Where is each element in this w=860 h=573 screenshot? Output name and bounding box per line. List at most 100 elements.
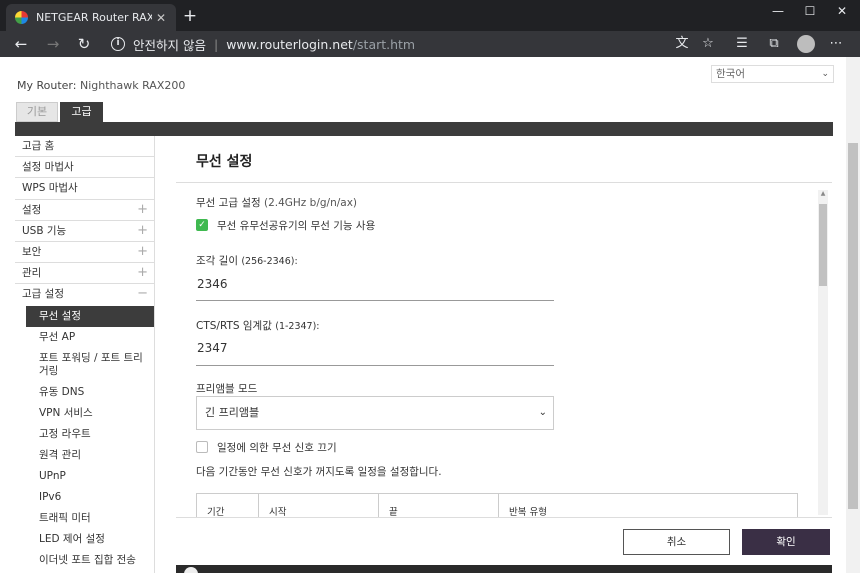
close-tab-icon[interactable]: ✕ — [152, 11, 170, 25]
expand-plus-icon: + — [137, 243, 148, 259]
address-bar[interactable]: i 안전하지 않음 | www.routerlogin.net /start.h… — [105, 33, 725, 55]
section-title: 무선 고급 설정 — [196, 197, 261, 209]
new-tab-button[interactable]: + — [180, 6, 200, 26]
sidebar-nav: 고급 홈 설정 마법사 WPS 마법사 설정 + USB 기능 + 보안 + 관리 + … — [15, 136, 155, 573]
frag-length-label: 조각 길이 (256-2346): — [196, 253, 298, 268]
sidebar-item-label: WPS 마법사 — [22, 182, 78, 195]
translate-icon[interactable]: ⽂ — [672, 34, 692, 54]
forward-arrow-icon[interactable]: → — [42, 33, 64, 55]
expand-plus-icon: + — [137, 265, 148, 281]
tab-strip: NETGEAR Router RAX200 ✕ + — ☐ ✕ — [0, 0, 860, 31]
collections-icon[interactable]: ⧉ — [764, 34, 784, 54]
sidebar-item-label: 보안 — [22, 245, 42, 258]
sidebar-item-setup-wizard[interactable]: 설정 마법사 — [15, 157, 154, 179]
sidebar-item-admin[interactable]: 관리 + — [15, 263, 154, 285]
schedule-description: 다음 기간동안 무선 신호가 꺼지도록 일정을 설정합니다. — [196, 466, 442, 478]
sidebar-subitem-traffic-meter[interactable]: 트래픽 미터 — [15, 508, 154, 529]
sidebar-item-label: 설정 마법사 — [22, 161, 74, 174]
sidebar-subitem-ipv6[interactable]: IPv6 — [15, 487, 154, 508]
section-band: (2.4GHz b/g/n/ax) — [263, 197, 358, 209]
window-close-button[interactable]: ✕ — [824, 0, 860, 22]
minimize-button[interactable]: — — [760, 0, 796, 22]
netgear-favicon-icon — [15, 11, 28, 24]
expand-plus-icon: + — [137, 201, 148, 217]
sidebar-item-label: 설정 — [22, 203, 42, 216]
language-select[interactable]: 한국어 ⌄ — [711, 65, 834, 83]
info-icon[interactable]: i — [111, 37, 125, 51]
router-model: Nighthawk RAX200 — [79, 79, 186, 92]
favorites-list-icon[interactable]: ☰ — [732, 34, 752, 54]
browser-window: NETGEAR Router RAX200 ✕ + — ☐ ✕ ← → ↻ i … — [0, 0, 860, 573]
router-page: My Router: Nighthawk RAX200 한국어 ⌄ 기본 고급 … — [0, 57, 860, 573]
language-value: 한국어 — [716, 68, 745, 80]
router-title: My Router: Nighthawk RAX200 — [17, 79, 185, 92]
chevron-down-icon: ⌄ — [821, 69, 829, 79]
separator: | — [213, 36, 219, 52]
sidebar-item-security[interactable]: 보안 + — [15, 242, 154, 264]
sidebar-item-advanced-setup[interactable]: 고급 설정 − — [15, 284, 154, 305]
frag-length-input[interactable]: 2346 — [197, 277, 228, 291]
sidebar-subitem-vpn[interactable]: VPN 서비스 — [15, 403, 154, 424]
frag-label-text: 조각 길이 — [196, 255, 238, 267]
sidebar-item-label: 고급 설정 — [22, 288, 64, 301]
sidebar-item-wps-wizard[interactable]: WPS 마법사 — [15, 178, 154, 200]
col-repeat: 반복 유형 — [509, 507, 547, 518]
profile-avatar[interactable] — [797, 35, 815, 53]
browser-tab[interactable]: NETGEAR Router RAX200 ✕ — [6, 4, 176, 31]
help-icon[interactable] — [184, 567, 198, 573]
sidebar-subitem-static-routes[interactable]: 고정 라우트 — [15, 424, 154, 445]
preamble-value: 긴 프리앰블 — [205, 406, 260, 419]
sidebar-subitem-remote-mgmt[interactable]: 원격 관리 — [15, 445, 154, 466]
sidebar-item-setup[interactable]: 설정 + — [15, 200, 154, 221]
cts-rts-underline — [196, 365, 554, 366]
cts-rts-input[interactable]: 2347 — [197, 341, 228, 355]
scroll-thumb[interactable] — [819, 204, 827, 286]
schedule-table-header: 기간 시작 끝 반복 유형 — [196, 493, 798, 518]
address-bar-row: ← → ↻ i 안전하지 않음 | www.routerlogin.net /s… — [0, 31, 860, 57]
sidebar-subitem-led-control[interactable]: LED 제어 설정 — [15, 529, 154, 550]
maximize-button[interactable]: ☐ — [792, 0, 828, 22]
enable-wireless-checkbox[interactable]: ✓ — [196, 219, 208, 231]
footer-bar — [176, 565, 832, 573]
more-menu-icon[interactable]: ⋯ — [826, 34, 846, 54]
sidebar-item-label: 고급 홈 — [22, 140, 55, 152]
schedule-off-checkbox[interactable] — [196, 441, 208, 453]
sidebar-subitem-port-forwarding[interactable]: 포트 포워딩 / 포트 트리거링 — [15, 348, 154, 382]
sidebar-item-usb[interactable]: USB 기능 + — [15, 221, 154, 242]
page-title: 무선 설정 — [196, 154, 253, 170]
preamble-select[interactable]: 긴 프리앰블 ⌄ — [196, 396, 554, 430]
page-scroll-thumb[interactable] — [848, 143, 858, 509]
url-host: www.routerlogin.net — [226, 36, 353, 52]
scroll-up-icon[interactable]: ▲ — [818, 190, 828, 197]
frag-range: (256-2346): — [241, 256, 298, 267]
sidebar-subitem-port-aggregation[interactable]: 이더넷 포트 집합 전송 — [15, 550, 154, 571]
page-scrollbar[interactable] — [846, 57, 860, 573]
tab-basic[interactable]: 기본 — [16, 102, 58, 122]
sidebar-subitem-upnp[interactable]: UPnP — [15, 466, 154, 487]
refresh-icon[interactable]: ↻ — [73, 33, 95, 55]
cts-range: (1-2347): — [275, 321, 320, 332]
schedule-off-label: 일정에 의한 무선 신호 끄기 — [217, 442, 337, 454]
tab-title: NETGEAR Router RAX200 — [36, 11, 152, 24]
security-status: 안전하지 않음 — [133, 37, 206, 53]
cancel-button[interactable]: 취소 — [623, 529, 730, 555]
header-divider-bar — [15, 122, 833, 136]
cts-rts-label: CTS/RTS 임계값 (1-2347): — [196, 318, 320, 333]
ok-button[interactable]: 확인 — [742, 529, 830, 555]
sidebar-item-advanced-home[interactable]: 고급 홈 — [15, 136, 154, 158]
divider — [176, 182, 832, 183]
favorite-star-icon[interactable]: ☆ — [698, 34, 718, 54]
sidebar-subitem-wireless-settings[interactable]: 무선 설정 — [26, 305, 154, 327]
sidebar-subitem-dynamic-dns[interactable]: 유동 DNS — [15, 382, 154, 403]
url-path: /start.htm — [352, 36, 416, 52]
back-arrow-icon[interactable]: ← — [10, 33, 32, 55]
footer-divider — [176, 517, 832, 518]
content-scrollbar[interactable]: ▲ — [818, 190, 828, 515]
tab-advanced[interactable]: 고급 — [60, 102, 103, 122]
sidebar-subitem-wireless-ap[interactable]: 무선 AP — [15, 327, 154, 348]
chevron-down-icon: ⌄ — [538, 407, 547, 418]
sidebar-item-label: USB 기능 — [22, 224, 67, 237]
col-end: 끝 — [379, 494, 499, 518]
collapse-minus-icon: − — [137, 286, 148, 302]
sidebar-item-label: 관리 — [22, 267, 42, 280]
